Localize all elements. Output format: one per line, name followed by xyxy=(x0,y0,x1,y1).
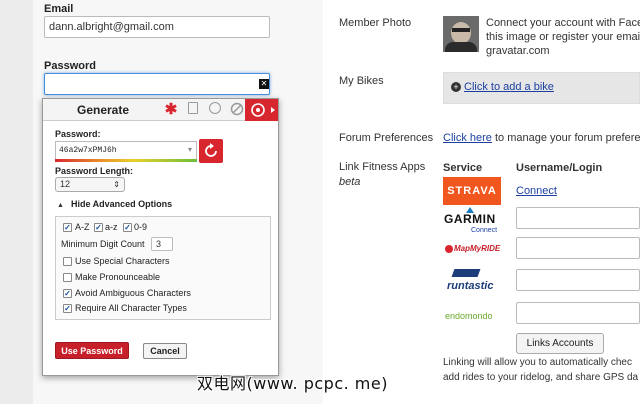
advanced-options: ✓ A-Z ✓ a-z ✓ 0-9 Minimum Digit Count 3 … xyxy=(55,216,271,320)
popup-header: Generate ✱ xyxy=(43,99,278,121)
avoid-ambiguous-label: Avoid Ambiguous Characters xyxy=(75,288,191,298)
avoid-ambiguous-checkbox[interactable]: ✓ xyxy=(63,289,72,298)
strava-logo: STRAVA xyxy=(443,177,501,205)
email-field[interactable]: dann.albright@gmail.com xyxy=(44,16,270,38)
fitness-apps-label: Link Fitness Apps xyxy=(339,161,426,173)
require-all-checkbox[interactable]: ✓ xyxy=(63,304,72,313)
az-upper-checkbox[interactable]: ✓ xyxy=(63,223,72,232)
length-label: Password Length: xyxy=(55,166,134,176)
linking-info-line-2: add rides to your ridelog, and share GPS… xyxy=(443,372,639,383)
fitness-beta-label: beta xyxy=(339,176,361,188)
pronounceable-checkbox[interactable] xyxy=(63,273,72,282)
add-icon: + xyxy=(451,82,461,92)
password-generator-popup: Generate ✱ Password: 46a2w7xPMJ6h ▾ Pass… xyxy=(42,98,279,376)
az-lower-label: a-z xyxy=(105,222,118,232)
generate-tab[interactable]: Generate xyxy=(43,99,163,121)
length-select[interactable]: 12 ⇕ xyxy=(55,177,125,192)
az-lower-checkbox[interactable]: ✓ xyxy=(94,223,103,232)
password-field[interactable] xyxy=(44,73,270,95)
runtastic-logo: runtastic xyxy=(443,267,501,295)
forum-link[interactable]: Click here xyxy=(443,132,492,144)
lastpass-logo-icon[interactable] xyxy=(245,99,278,121)
photo-text-line-2: this image or register your email a xyxy=(486,31,640,43)
advanced-toggle[interactable]: ▲ Hide Advanced Options xyxy=(57,198,172,210)
link-accounts-button[interactable]: Links Accounts xyxy=(516,333,604,354)
clear-icon[interactable]: ✕ xyxy=(259,79,269,89)
special-checkbox[interactable] xyxy=(63,257,72,266)
asterisk-icon[interactable]: ✱ xyxy=(163,102,179,118)
triangle-up-icon: ▲ xyxy=(57,202,64,209)
generated-password-field[interactable]: 46a2w7xPMJ6h ▾ xyxy=(55,141,197,161)
linking-info-line-1: Linking will allow you to automatically … xyxy=(443,357,632,368)
cancel-button[interactable]: Cancel xyxy=(143,343,187,359)
generated-password-value: 46a2w7xPMJ6h xyxy=(59,146,117,155)
block-icon[interactable] xyxy=(229,102,245,118)
endomondo-username-input[interactable] xyxy=(516,302,640,324)
digits-label: 0-9 xyxy=(134,222,148,232)
digits-checkbox[interactable]: ✓ xyxy=(123,223,132,232)
strava-connect-link[interactable]: Connect xyxy=(516,185,557,197)
photo-text-line-1: Connect your account with Faceb xyxy=(486,17,640,29)
member-photo-label: Member Photo xyxy=(339,17,412,29)
strength-meter xyxy=(55,159,197,162)
forum-preferences-label: Forum Preferences xyxy=(339,132,434,144)
password-label: Password xyxy=(44,60,96,72)
runtastic-username-input[interactable] xyxy=(516,269,640,291)
email-label: Email xyxy=(44,3,74,15)
watermark-text: 双电网(www. pcpc. me) xyxy=(197,374,388,393)
avatar xyxy=(443,16,479,52)
use-password-button[interactable]: Use Password xyxy=(55,342,129,359)
select-arrows-icon: ⇕ xyxy=(113,180,120,189)
az-upper-label: A-Z xyxy=(75,222,90,232)
regenerate-button[interactable] xyxy=(199,139,223,163)
mapmyride-username-input[interactable] xyxy=(516,237,640,259)
generated-password-label: Password: xyxy=(55,129,101,139)
runtastic-mark-icon xyxy=(451,269,481,277)
length-value: 12 xyxy=(60,179,71,189)
left-gutter xyxy=(0,0,33,404)
garmin-logo: GARMIN Connect xyxy=(443,207,501,235)
bikes-panel: + Click to add a bike xyxy=(443,72,640,104)
mapmyride-logo: MapMyRIDE xyxy=(443,239,501,267)
dropdown-arrow-icon[interactable]: ▾ xyxy=(188,142,192,160)
add-bike-link[interactable]: Click to add a bike xyxy=(464,81,554,93)
mapmyride-icon xyxy=(445,245,453,253)
forum-text: Click here to manage your forum preferen… xyxy=(443,132,640,144)
endomondo-logo: endomondo xyxy=(445,311,493,321)
refresh-icon xyxy=(205,143,217,157)
photo-text-line-3: gravatar.com xyxy=(486,45,550,57)
service-column-header: Service xyxy=(443,162,483,174)
require-all-label: Require All Character Types xyxy=(75,303,187,313)
special-label: Use Special Characters xyxy=(75,256,170,266)
min-digit-label: Minimum Digit Count xyxy=(61,239,145,249)
my-bikes-label: My Bikes xyxy=(339,75,384,87)
note-icon[interactable] xyxy=(185,102,201,118)
min-digit-input[interactable]: 3 xyxy=(151,237,173,251)
garmin-username-input[interactable] xyxy=(516,207,640,229)
username-column-header: Username/Login xyxy=(516,162,603,174)
history-icon[interactable] xyxy=(207,102,223,118)
pronounceable-label: Make Pronounceable xyxy=(75,272,161,282)
